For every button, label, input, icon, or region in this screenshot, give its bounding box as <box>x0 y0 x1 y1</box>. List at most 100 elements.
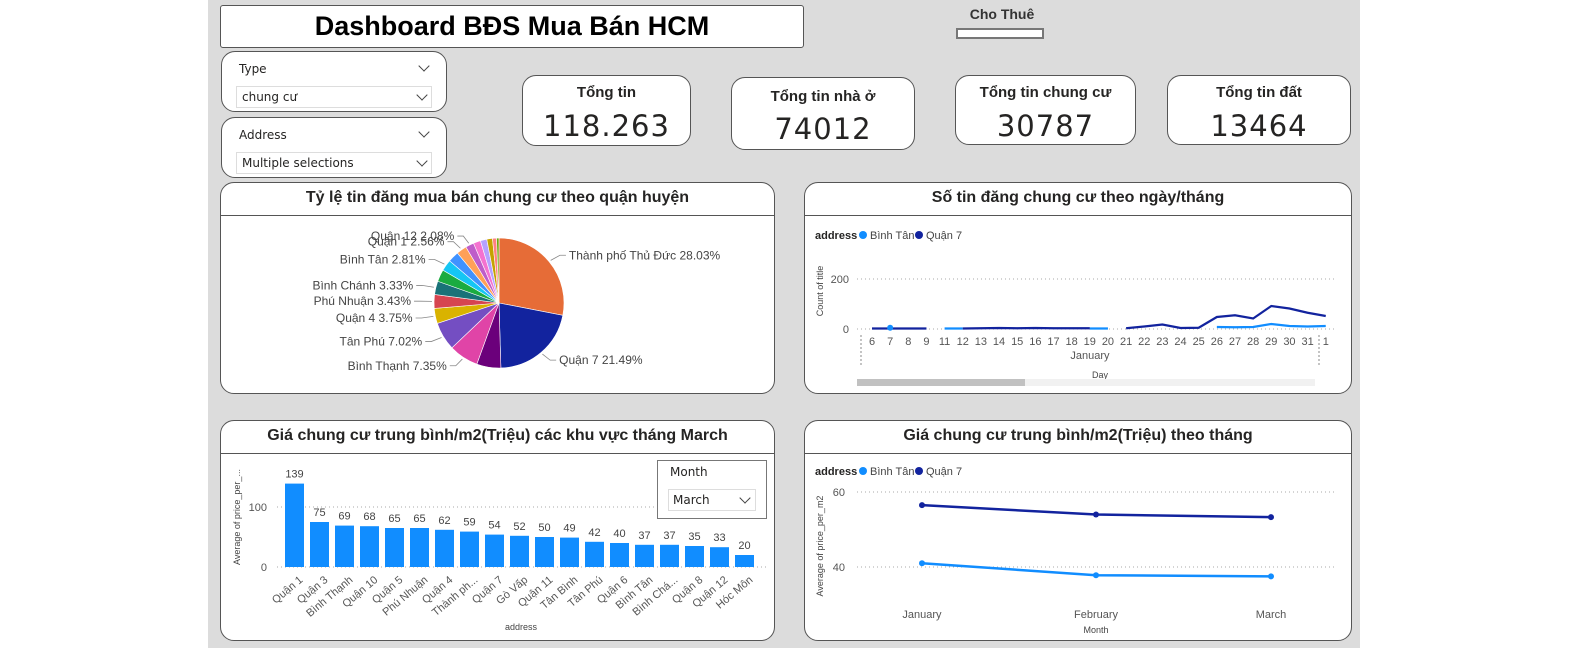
x-axis-label: Day <box>1092 370 1109 380</box>
x-tick-label: 29 <box>1265 336 1277 348</box>
x-tick-label: January <box>902 609 942 621</box>
bar-chart-card: Giá chung cư trung bình/m2(Triệu) các kh… <box>220 420 775 641</box>
bar-data-label: 52 <box>513 521 525 533</box>
pie-data-label: Quận 4 3.75% <box>336 311 413 325</box>
pie-data-label: Phú Nhuận 3.43% <box>314 294 412 308</box>
data-point <box>1268 514 1274 521</box>
pie-data-label: Bình Thạnh 7.35% <box>348 359 448 373</box>
x-tick-label: 31 <box>1301 336 1313 348</box>
x-tick-label: 30 <box>1283 336 1295 348</box>
bar-data-label: 139 <box>285 469 303 481</box>
bar <box>510 535 529 567</box>
x-tick-label: 27 <box>1229 336 1241 348</box>
x-tick-label: 12 <box>957 336 969 348</box>
bar <box>635 544 654 567</box>
bar <box>685 546 704 567</box>
bar-data-label: 35 <box>688 531 700 543</box>
bar-data-label: 75 <box>313 507 325 519</box>
bar-data-label: 37 <box>663 530 675 542</box>
x-axis-label: address <box>505 622 538 632</box>
x-tick-label: February <box>1074 609 1119 621</box>
kpi-card-apartments: Tổng tin chung cư 30787 <box>955 75 1136 145</box>
address-slicer[interactable]: Address Multiple selections <box>221 117 447 178</box>
kpi-label: Tổng tin <box>576 84 637 101</box>
x-tick-label: 20 <box>1102 336 1114 348</box>
pie-chart-card: Tỷ lệ tin đăng mua bán chung cư theo quậ… <box>220 182 775 394</box>
pie-leader-line <box>457 235 470 244</box>
kpi-value: 13464 <box>1210 109 1308 143</box>
legend-marker <box>915 467 923 475</box>
y-tick-label: 0 <box>261 562 267 574</box>
legend-item: Quận 7 <box>926 230 962 242</box>
x-tick-label: March <box>1256 609 1287 621</box>
type-slicer[interactable]: Type chung cư <box>221 51 447 112</box>
bar <box>360 526 379 567</box>
x-tick-label: 18 <box>1066 336 1078 348</box>
month-dropdown-value: March <box>673 493 710 507</box>
bar-chart: 0100Average of price_per_... 139Quận 175Q… <box>232 469 766 632</box>
month-dropdown[interactable]: March <box>668 489 756 511</box>
bar-data-label: 40 <box>613 528 625 540</box>
bar-data-label: 59 <box>463 517 475 529</box>
x-tick-label: 17 <box>1047 336 1059 348</box>
legend-marker <box>859 231 867 239</box>
pie-data-label: Bình Chánh 3.33% <box>312 278 413 292</box>
legend-item: Bình Tân <box>870 230 914 242</box>
x-tick-label: 16 <box>1029 336 1041 348</box>
y-tick-label: 0 <box>843 324 849 336</box>
y-tick-label: 100 <box>249 502 267 514</box>
pie-leader-line <box>449 358 463 367</box>
pie-data-label: Quận 7 21.49% <box>559 353 643 367</box>
bar-data-label: 68 <box>363 511 375 523</box>
x-group-label: January <box>1070 350 1110 362</box>
bar-data-label: 33 <box>713 532 725 544</box>
data-point <box>919 560 925 567</box>
legend-title: address <box>815 466 857 478</box>
x-tick-label: 24 <box>1174 336 1186 348</box>
y-tick-label: 200 <box>831 274 849 286</box>
kpi-value: 118.263 <box>543 109 670 143</box>
legend-item: Bình Tân <box>870 466 914 478</box>
pie-leader-line <box>542 353 557 361</box>
pie-data-label: Bình Tân 2.81% <box>340 253 426 267</box>
x-tick-label: 8 <box>905 336 911 348</box>
bar <box>435 529 454 567</box>
chevron-down-icon[interactable] <box>418 126 430 138</box>
bar-data-label: 49 <box>563 523 575 535</box>
x-tick-label: 6 <box>869 336 875 348</box>
data-point <box>919 502 925 509</box>
x-tick-label: 15 <box>1011 336 1023 348</box>
type-slicer-label: Type <box>239 62 267 76</box>
kpi-value: 30787 <box>996 109 1095 143</box>
y-axis-label: Average of price_per_m2 <box>815 496 825 597</box>
series-line <box>872 304 1326 330</box>
type-dropdown[interactable]: chung cư <box>236 86 432 108</box>
x-tick-label: 21 <box>1120 336 1132 348</box>
rent-toggle-button[interactable] <box>956 28 1044 39</box>
bar-data-label: 65 <box>413 513 425 525</box>
bar <box>560 537 579 567</box>
month-slicer-label: Month <box>670 465 708 479</box>
report-canvas: Dashboard BĐS Mua Bán HCM Cho Thuê Type … <box>208 0 1360 648</box>
bar-data-label: 54 <box>488 520 500 532</box>
bar <box>610 543 629 567</box>
pie-leader-line <box>415 316 434 319</box>
bar <box>735 555 754 567</box>
legend-marker <box>915 231 923 239</box>
pie-chart: Thành phố Thủ Đức 28.03% Quận 7 21.49% Bìn… <box>312 229 720 373</box>
pie-data-label: Tân Phú 7.02% <box>340 335 423 349</box>
bar <box>460 531 479 567</box>
kpi-label: Tổng tin chung cư <box>979 84 1112 101</box>
pie-slice <box>498 237 565 316</box>
bar <box>660 544 679 567</box>
monthly-line-chart: address Bình Tân Quận 7 40 60 Average of pric… <box>815 466 1335 635</box>
x-tick-label: 13 <box>975 336 987 348</box>
chevron-down-icon[interactable] <box>418 60 430 72</box>
address-dropdown[interactable]: Multiple selections <box>236 152 432 174</box>
address-slicer-label: Address <box>239 128 287 142</box>
month-slicer[interactable]: Month March <box>657 460 767 519</box>
x-axis-label: Month <box>1083 625 1108 635</box>
chevron-down-icon[interactable] <box>739 492 751 504</box>
bar <box>710 547 729 567</box>
bar-data-label: 37 <box>638 530 650 542</box>
